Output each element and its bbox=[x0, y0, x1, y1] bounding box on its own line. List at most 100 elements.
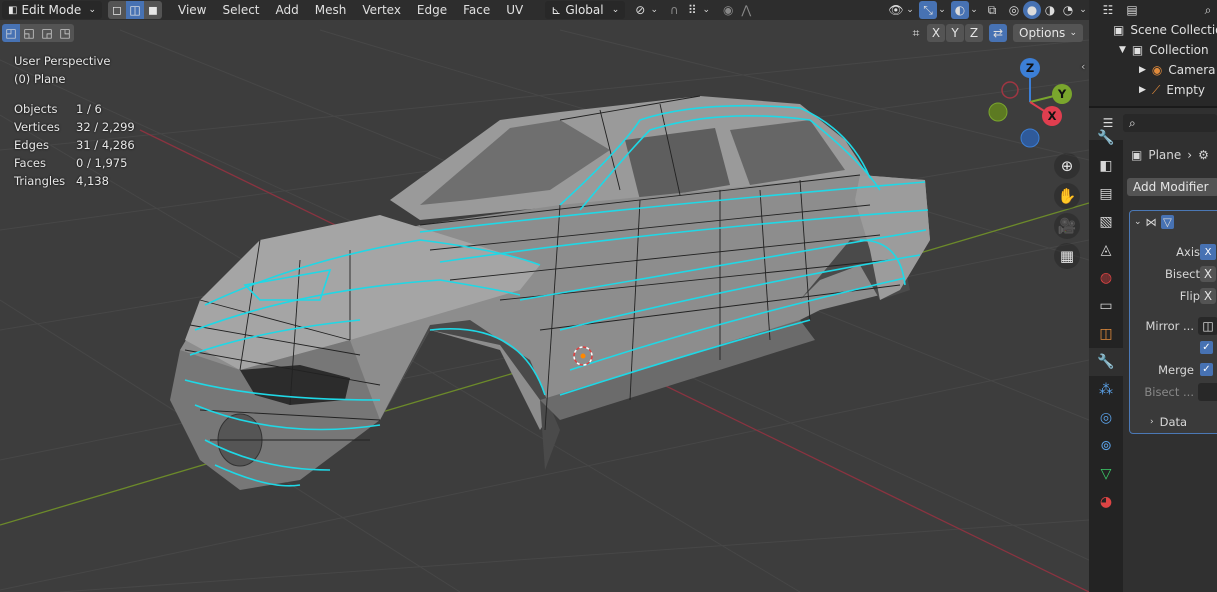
data-subpanel-header[interactable]: › Data bbox=[1150, 415, 1187, 429]
outliner-item-empty[interactable]: ▶ ⟋ Empty bbox=[1089, 80, 1217, 100]
solid-shading-icon[interactable]: ● bbox=[1023, 1, 1041, 19]
menu-mesh[interactable]: Mesh bbox=[307, 0, 355, 20]
vertex-select-icon[interactable]: ◻ bbox=[108, 1, 126, 19]
search-icon[interactable]: ⌕ bbox=[1199, 1, 1217, 19]
chevron-down-icon[interactable]: ⌄ bbox=[701, 1, 711, 19]
select-extend-icon[interactable]: ◱ bbox=[20, 24, 38, 42]
options-dropdown[interactable]: Options ⌄ bbox=[1013, 24, 1083, 42]
bisect-distance-field[interactable] bbox=[1198, 383, 1217, 401]
outliner-item-collection[interactable]: ▼ ▣ Collection bbox=[1089, 40, 1217, 60]
output-tab-icon[interactable]: ▤ bbox=[1089, 180, 1123, 208]
edge-select-icon[interactable]: ◫ bbox=[126, 1, 144, 19]
chevron-down-icon[interactable]: ⌄ bbox=[969, 1, 979, 19]
menu-uv[interactable]: UV bbox=[498, 0, 531, 20]
mirror-object-field[interactable]: ◫ bbox=[1198, 317, 1217, 335]
mode-selector[interactable]: ◧ Edit Mode ⌄ bbox=[2, 1, 102, 19]
perspective-grid-icon[interactable]: ▦ bbox=[1054, 243, 1080, 269]
gizmo-x-label[interactable]: X bbox=[1042, 106, 1062, 126]
expand-arrow-icon[interactable]: ▶ bbox=[1139, 85, 1146, 95]
mirror-options-icon[interactable]: ⌗ bbox=[907, 24, 925, 42]
falloff-curve-icon[interactable]: ⋀ bbox=[737, 1, 755, 19]
properties-editor: ☰ ⌕ 🔧 ◧ ▤ ▧ ◬ ◍ ▭ ◫ 🔧 ⁂ ◎ ⊚ ▽ ◕ ▣ Plane … bbox=[1089, 110, 1217, 592]
mirror-z-button[interactable]: Z bbox=[965, 24, 983, 42]
constraints-tab-icon[interactable]: ⊚ bbox=[1089, 432, 1123, 460]
menu-view[interactable]: View bbox=[170, 0, 214, 20]
clipping-checkbox[interactable]: ✓ bbox=[1200, 341, 1213, 354]
properties-search-input[interactable]: ⌕ bbox=[1123, 114, 1217, 132]
merge-label: Merge bbox=[1158, 363, 1194, 377]
data-tab-icon[interactable]: ▽ bbox=[1089, 460, 1123, 488]
camera-view-icon[interactable]: 🎥 bbox=[1054, 213, 1080, 239]
wireframe-shading-icon[interactable]: ◎ bbox=[1005, 1, 1023, 19]
modifier-tab-icon[interactable]: 🔧 bbox=[1089, 348, 1123, 376]
collapse-chevron-icon[interactable]: ⌄ bbox=[1134, 217, 1142, 227]
transform-orientation-selector[interactable]: ⊾ Global ⌄ bbox=[545, 1, 626, 19]
gizmo-z-label[interactable]: Z bbox=[1020, 58, 1040, 78]
chevron-down-icon: ⌄ bbox=[611, 5, 620, 15]
rendered-shading-icon[interactable]: ◔ bbox=[1059, 1, 1077, 19]
outliner-item-camera[interactable]: ▶ ◉ Camera bbox=[1089, 60, 1217, 80]
mirror-y-button[interactable]: Y bbox=[946, 24, 964, 42]
editmode-toggle-icon[interactable]: ▽ bbox=[1161, 215, 1174, 229]
snap-magnet-icon[interactable]: ∩ bbox=[665, 1, 683, 19]
flip-x-toggle[interactable]: X bbox=[1200, 288, 1216, 304]
tool-tab-icon[interactable]: 🔧 bbox=[1089, 124, 1123, 152]
menu-vertex[interactable]: Vertex bbox=[354, 0, 409, 20]
proportional-editing-icon[interactable]: ◉ bbox=[719, 1, 737, 19]
view-layer-tab-icon[interactable]: ▧ bbox=[1089, 208, 1123, 236]
physics-tab-icon[interactable]: ◎ bbox=[1089, 404, 1123, 432]
merge-checkbox[interactable]: ✓ bbox=[1200, 363, 1213, 376]
sidebar-toggle-icon[interactable]: ‹ bbox=[1081, 60, 1085, 73]
material-tab-icon[interactable]: ◕ bbox=[1089, 488, 1123, 516]
modifier-header[interactable]: ⌄ ⋈ ▽ bbox=[1134, 215, 1174, 229]
bisect-x-toggle[interactable]: X bbox=[1200, 266, 1216, 282]
chevron-down-icon[interactable]: ⌄ bbox=[905, 1, 915, 19]
menu-face[interactable]: Face bbox=[455, 0, 498, 20]
viewport-scene[interactable] bbox=[0, 0, 1089, 592]
menu-edge[interactable]: Edge bbox=[409, 0, 455, 20]
select-new-icon[interactable]: ◰ bbox=[2, 24, 20, 42]
mirror-object-label: Mirror ... bbox=[1145, 319, 1194, 333]
menu-add[interactable]: Add bbox=[268, 0, 307, 20]
pivot-point-icon[interactable]: ⊘ bbox=[631, 1, 649, 19]
3d-viewport[interactable]: Z Y X ⊕ ✋ 🎥 ▦ ‹ User Perspective (0) Pla… bbox=[0, 0, 1089, 592]
car-mesh[interactable] bbox=[170, 95, 930, 490]
world-tab-icon[interactable]: ◍ bbox=[1089, 264, 1123, 292]
mirror-modifier-panel[interactable]: ⌄ ⋈ ▽ Axis X Bisect X Flip X Mirror ... … bbox=[1129, 210, 1217, 434]
expand-arrow-icon[interactable]: ▶ bbox=[1139, 65, 1146, 75]
chevron-down-icon[interactable]: ⌄ bbox=[937, 1, 947, 19]
pan-hand-icon[interactable]: ✋ bbox=[1054, 183, 1080, 209]
object-tab-icon[interactable]: ◫ bbox=[1089, 320, 1123, 348]
expand-arrow-icon[interactable]: ▼ bbox=[1119, 45, 1126, 55]
gizmo-y-label[interactable]: Y bbox=[1052, 84, 1072, 104]
visibility-eye-icon[interactable]: 👁 bbox=[887, 1, 905, 19]
viewport-header: ◧ Edit Mode ⌄ ◻ ◫ ◼ View Select Add Mesh … bbox=[0, 0, 1089, 20]
face-select-icon[interactable]: ◼ bbox=[144, 1, 162, 19]
axis-x-toggle[interactable]: X bbox=[1200, 244, 1216, 260]
properties-tabs: 🔧 ◧ ▤ ▧ ◬ ◍ ▭ ◫ 🔧 ⁂ ◎ ⊚ ▽ ◕ bbox=[1089, 130, 1123, 592]
auto-merge-icon[interactable]: ⇄ bbox=[989, 24, 1007, 42]
collection-tab-icon[interactable]: ▭ bbox=[1089, 292, 1123, 320]
material-shading-icon[interactable]: ◑ bbox=[1041, 1, 1059, 19]
mirror-modifier-icon: ⋈ bbox=[1145, 215, 1158, 229]
zoom-icon[interactable]: ⊕ bbox=[1054, 153, 1080, 179]
mirror-x-button[interactable]: X bbox=[927, 24, 945, 42]
snap-increment-icon[interactable]: ⠿ bbox=[683, 1, 701, 19]
particles-tab-icon[interactable]: ⁂ bbox=[1089, 376, 1123, 404]
select-intersect-icon[interactable]: ◳ bbox=[56, 24, 74, 42]
chevron-down-icon[interactable]: ⌄ bbox=[649, 1, 659, 19]
select-subtract-icon[interactable]: ◲ bbox=[38, 24, 56, 42]
scene-tab-icon[interactable]: ◬ bbox=[1089, 236, 1123, 264]
gizmo-toggle-icon[interactable]: ⤡ bbox=[919, 1, 937, 19]
outliner-item-scene-collection[interactable]: ▣Scene Collection bbox=[1089, 20, 1217, 40]
search-icon: ⌕ bbox=[1129, 115, 1136, 130]
chevron-down-icon[interactable]: ⌄ bbox=[1077, 1, 1089, 19]
menu-select[interactable]: Select bbox=[214, 0, 267, 20]
display-mode-icon[interactable]: ▤ bbox=[1123, 1, 1141, 19]
add-modifier-button[interactable]: Add Modifier bbox=[1127, 178, 1217, 196]
xray-toggle-icon[interactable]: ⧉ bbox=[983, 1, 1001, 19]
editor-type-icon[interactable]: ☷ bbox=[1099, 1, 1117, 19]
render-tab-icon[interactable]: ◧ bbox=[1089, 152, 1123, 180]
outliner[interactable]: ☷ ▤ ⌕ ▣Scene Collection ▼ ▣Collection ▶ … bbox=[1089, 0, 1217, 108]
overlays-toggle-icon[interactable]: ◐ bbox=[951, 1, 969, 19]
